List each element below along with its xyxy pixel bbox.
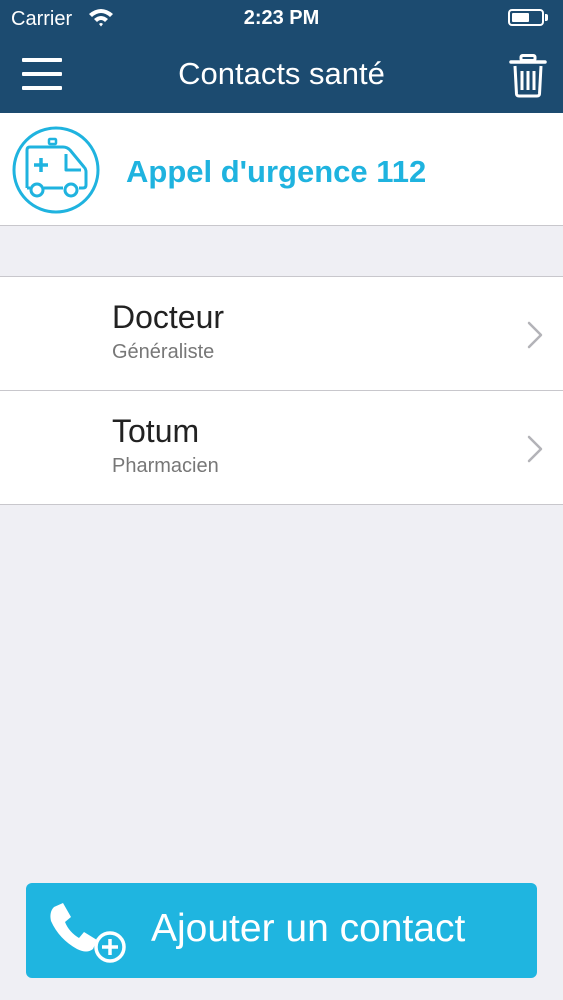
status-time: 2:23 PM — [243, 7, 320, 29]
contact-row-totum[interactable]: Totum Pharmacien — [0, 391, 563, 505]
ambulance-icon — [12, 126, 100, 214]
add-phone-contact-icon — [50, 903, 126, 963]
emergency-call-row[interactable]: Appel d'urgence 112 — [0, 113, 563, 226]
contact-name: Docteur — [112, 299, 225, 335]
contact-row-docteur[interactable]: Docteur Généraliste — [0, 277, 563, 391]
status-bar: Carrier 2:23 PM — [0, 0, 563, 36]
page-title: Contacts santé — [178, 56, 385, 91]
battery-tip — [545, 14, 548, 21]
navigation-bar: Contacts santé — [0, 36, 563, 113]
delete-button[interactable] — [508, 54, 548, 98]
add-contact-button[interactable]: Ajouter un contact — [26, 883, 537, 978]
chevron-right-icon — [527, 435, 543, 463]
contact-role: Généraliste — [112, 341, 215, 363]
chevron-right-icon — [527, 321, 543, 349]
battery-level — [512, 13, 529, 22]
contact-list: Docteur Généraliste Totum Pharmacien — [0, 276, 563, 505]
add-contact-label: Ajouter un contact — [151, 907, 466, 950]
battery-icon — [508, 9, 544, 26]
contact-name: Totum — [112, 413, 200, 449]
contact-role: Pharmacien — [112, 455, 219, 477]
app-header: Carrier 2:23 PM Contacts santé — [0, 0, 563, 113]
trash-icon — [509, 54, 547, 98]
emergency-call-label: Appel d'urgence 112 — [126, 154, 427, 189]
